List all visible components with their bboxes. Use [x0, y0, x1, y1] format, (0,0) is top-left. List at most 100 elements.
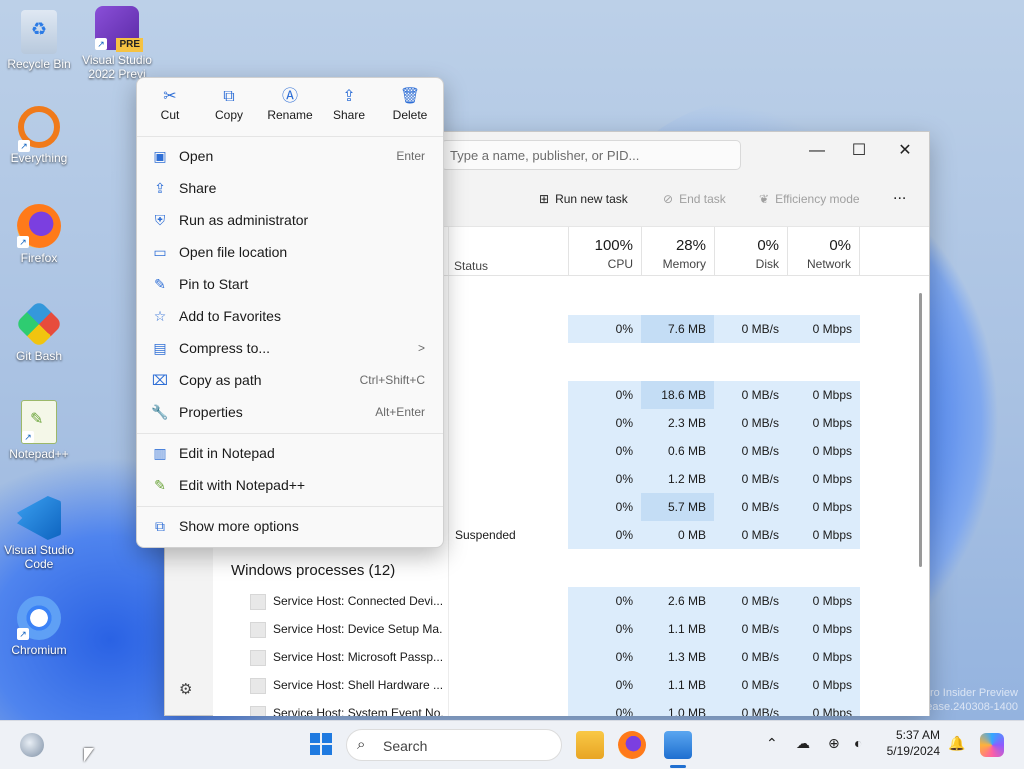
cut-icon: ✂ [163, 88, 177, 105]
rename-icon: Ⓐ [281, 88, 298, 105]
column-header-status[interactable]: Status [448, 227, 568, 275]
insider-watermark: ro Insider Preview ease.240308-1400 [926, 687, 1018, 713]
column-header-network[interactable]: 0% Network [787, 227, 860, 275]
desktop-icon-label: Notepad++ [9, 447, 69, 461]
firefox-icon: ↗ [17, 204, 61, 248]
star-icon: ☆ [153, 308, 167, 324]
menu-item-edit-with-notepad-plus-plus[interactable]: ✎ Edit with Notepad++ [141, 470, 439, 500]
efficiency-mode-button[interactable]: ❦ Efficiency mode [759, 192, 860, 206]
minimize-button[interactable]: — [797, 136, 837, 166]
desktop-icon-notepad-plus-plus[interactable]: ✎ ↗ Notepad++ [1, 400, 77, 461]
pin-icon: ✎ [154, 276, 166, 292]
maximize-button[interactable]: ☐ [839, 136, 879, 166]
copy-button[interactable]: ⧉ Copy [200, 86, 258, 122]
desktop-icon-vscode[interactable]: Visual Studio Code [1, 496, 77, 571]
start-button[interactable] [310, 733, 332, 755]
desktop-icon-label: Recycle Bin [7, 57, 71, 71]
process-name: Service Host: Shell Hardware ... [273, 678, 443, 692]
desktop-icon-label: Firefox [20, 251, 58, 265]
vertical-scrollbar[interactable] [919, 293, 922, 567]
desktop-icon-label: Git Bash [15, 349, 63, 363]
globe-icon[interactable]: ⊕ [828, 735, 840, 752]
recycle-bin-icon: ♻ [21, 10, 57, 54]
end-task-button[interactable]: ⊘ End task [663, 192, 726, 206]
search-icon: ⌕ [357, 736, 366, 753]
cloud-offline-icon[interactable]: ☁ [796, 735, 810, 752]
taskbar: ⌕ Search ⌃ ☁ ⊕ ◐ 5:37 AM 5/19/2024 🔔 [0, 720, 1024, 769]
open-icon: ▣ [153, 148, 167, 164]
widgets-icon[interactable] [20, 733, 44, 757]
desktop-icon-git-bash[interactable]: Git Bash [1, 299, 77, 363]
column-header-memory[interactable]: 28% Memory [641, 227, 714, 275]
column-header-cpu[interactable]: 100% CPU [568, 227, 641, 275]
process-name: Service Host: Connected Devi... [273, 594, 443, 608]
close-button[interactable]: ✕ [885, 136, 925, 166]
process-icon [250, 706, 266, 716]
speaker-icon[interactable]: ◐ [854, 735, 862, 751]
path-icon: ⌧ [151, 372, 169, 388]
desktop-icon-visual-studio-2022[interactable]: PRE ↗ Visual Studio 2022 Previ [79, 6, 155, 81]
menu-item-properties[interactable]: 🔧 Properties Alt+Enter [141, 397, 439, 427]
desktop-icon-label: Visual Studio Code [4, 543, 74, 571]
chromium-icon: ↗ [17, 596, 61, 640]
menu-item-edit-in-notepad[interactable]: ▥ Edit in Notepad [141, 438, 439, 468]
desktop-icon-recycle-bin[interactable]: ♻ Recycle Bin [1, 10, 77, 71]
context-quick-actions: ✂ Cut ⧉ Copy Ⓐ Rename ⇪ Share 🗑 Delete [137, 78, 443, 134]
menu-item-add-to-favorites[interactable]: ☆ Add to Favorites [141, 301, 439, 331]
process-name: Service Host: Device Setup Ma... [273, 622, 443, 636]
copilot-icon[interactable] [980, 733, 1004, 757]
desktop-icon-everything[interactable]: ↗ Everything [1, 106, 77, 165]
vscode-icon [17, 496, 61, 540]
desktop-icon-firefox[interactable]: ↗ Firefox [1, 204, 77, 265]
menu-item-pin-to-start[interactable]: ✎ Pin to Start [141, 269, 439, 299]
settings-gear-icon[interactable]: ⚙ [179, 680, 192, 698]
desktop-icon-chromium[interactable]: ↗ Chromium [1, 596, 77, 657]
notepad-plus-plus-icon: ✎ [154, 477, 166, 493]
column-header-disk[interactable]: 0% Disk [714, 227, 787, 275]
end-task-icon: ⊘ [663, 192, 674, 206]
menu-item-compress-to[interactable]: ▤ Compress to... > [141, 333, 439, 363]
notepad-icon: ▥ [153, 445, 167, 461]
leaf-icon: ❦ [759, 192, 770, 206]
table-row[interactable]: Service Host: Microsoft Passp... 0% 1.3 … [213, 643, 929, 671]
table-row[interactable]: Service Host: Shell Hardware ... 0% 1.1 … [213, 671, 929, 699]
share-icon: ⇪ [342, 88, 356, 105]
table-row[interactable]: Service Host: Connected Devi... 0% 2.6 M… [213, 587, 929, 615]
cut-button[interactable]: ✂ Cut [141, 86, 199, 122]
process-status: Suspended [455, 528, 516, 542]
process-name: Service Host: Microsoft Passp... [273, 650, 443, 664]
group-header-windows-processes[interactable]: Windows processes (12) [231, 562, 395, 579]
folder-icon: ▭ [153, 244, 167, 260]
chevron-up-icon[interactable]: ⌃ [766, 735, 778, 752]
more-options-icon: ⧉ [155, 518, 165, 534]
mouse-cursor-icon [84, 748, 94, 762]
firefox-taskbar-icon[interactable] [618, 731, 646, 759]
menu-item-copy-as-path[interactable]: ⌧ Copy as path Ctrl+Shift+C [141, 365, 439, 395]
run-new-task-button[interactable]: ⊞ Run new task [539, 192, 628, 206]
git-bash-icon [14, 299, 64, 349]
share-button[interactable]: ⇪ Share [320, 86, 378, 122]
table-row[interactable]: Service Host: Device Setup Ma... 0% 1.1 … [213, 615, 929, 643]
menu-item-run-as-administrator[interactable]: ⛨ Run as administrator [141, 205, 439, 235]
menu-item-open[interactable]: ▣ Open Enter [141, 141, 439, 171]
process-name: Service Host: System Event No... [273, 706, 443, 716]
delete-button[interactable]: 🗑 Delete [381, 86, 439, 122]
taskbar-search[interactable]: ⌕ Search [346, 729, 562, 761]
menu-item-show-more-options[interactable]: ⧉ Show more options [141, 511, 439, 541]
menu-item-open-file-location[interactable]: ▭ Open file location [141, 237, 439, 267]
notification-bell-icon[interactable]: 🔔 [948, 735, 965, 752]
desktop-icon-label: Everything [10, 151, 68, 165]
desktop-icon-label: Chromium [11, 643, 67, 657]
table-row[interactable]: Service Host: System Event No... 0% 1.0 … [213, 699, 929, 716]
process-search-input[interactable]: Type a name, publisher, or PID... [441, 140, 741, 170]
process-icon [250, 650, 266, 666]
more-options-button[interactable]: ... [893, 186, 906, 204]
rename-button[interactable]: Ⓐ Rename [261, 86, 319, 122]
task-manager-taskbar-icon[interactable] [664, 731, 692, 759]
clock[interactable]: 5:37 AM 5/19/2024 [884, 727, 940, 759]
file-explorer-icon[interactable] [576, 731, 604, 759]
notepad-plus-plus-icon: ✎ ↗ [21, 400, 57, 444]
context-menu: ✂ Cut ⧉ Copy Ⓐ Rename ⇪ Share 🗑 Delete ▣ Open E… [136, 77, 444, 548]
menu-item-share[interactable]: ⇪ Share [141, 173, 439, 203]
share-icon: ⇪ [154, 180, 166, 196]
